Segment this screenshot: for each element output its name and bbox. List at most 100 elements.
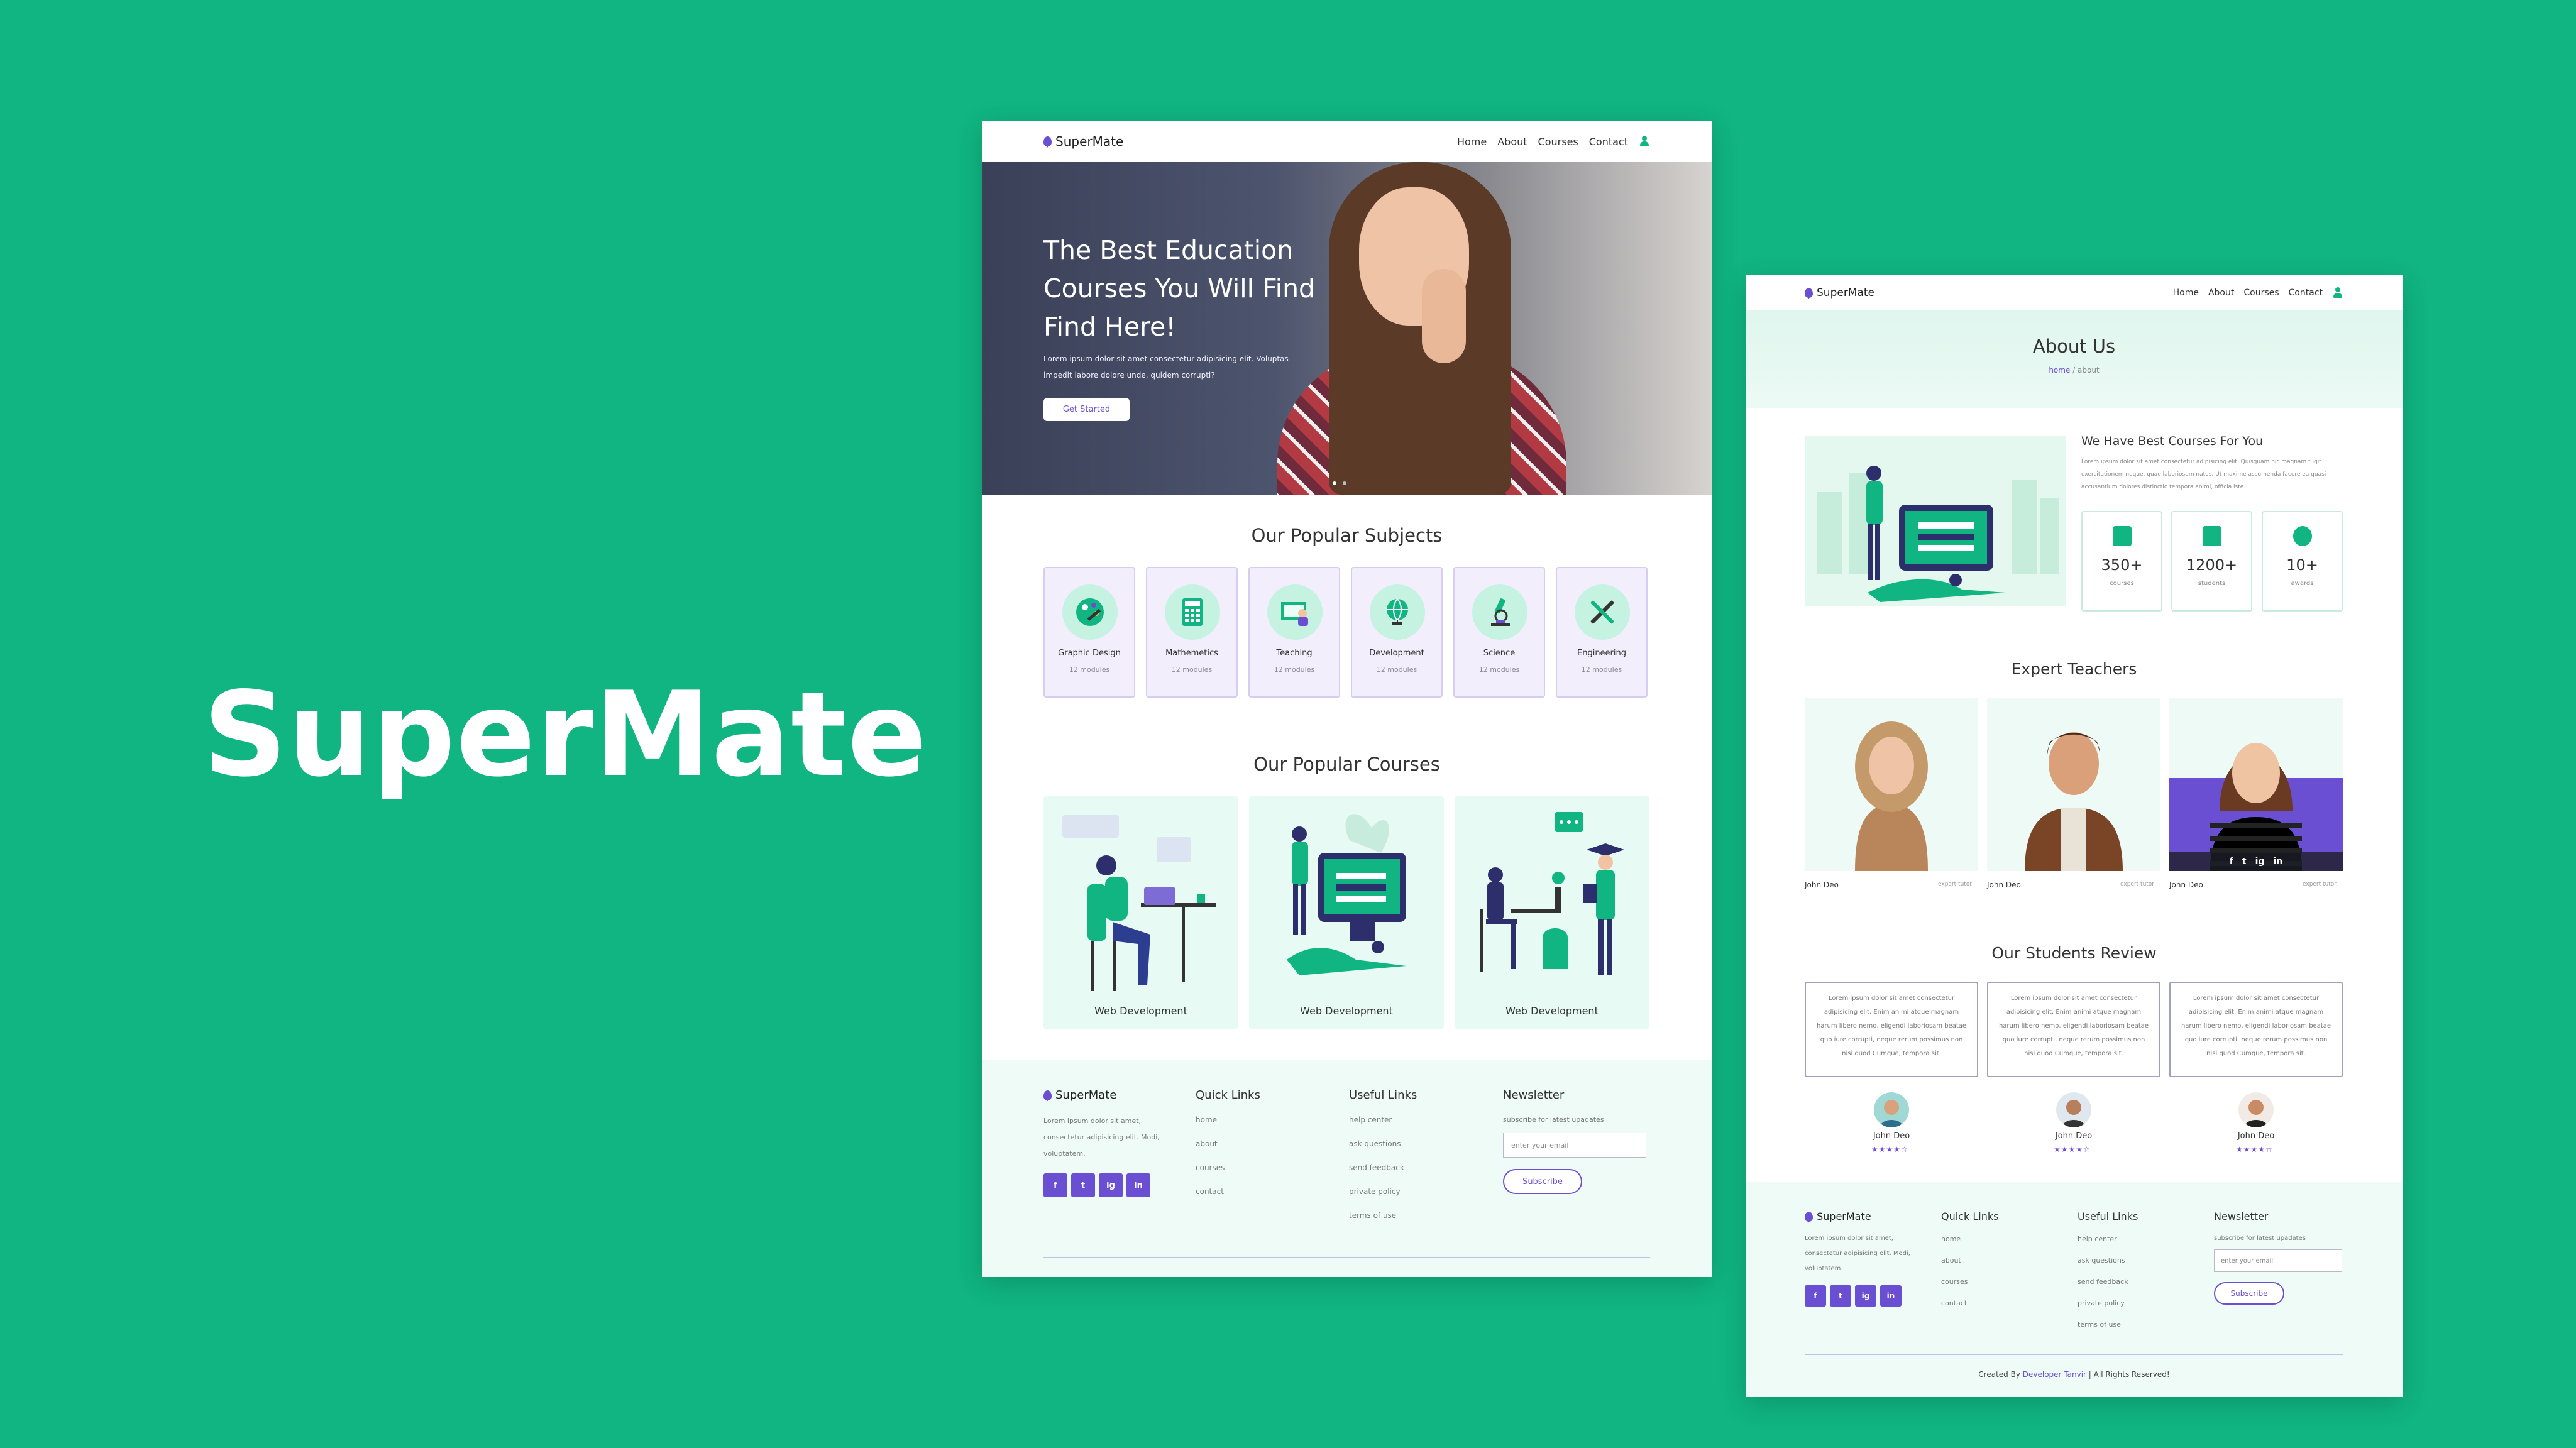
course-card[interactable]: Web Development <box>1249 796 1444 1029</box>
credit-suffix: | All Rights Reserved! <box>2088 1370 2170 1379</box>
about-heading: We Have Best Courses For You <box>2081 434 2264 448</box>
footer: SuperMate Lorem ipsum dolor sit amet, co… <box>982 1060 1712 1277</box>
nav-contact[interactable]: Contact <box>2289 288 2323 298</box>
footer-divider <box>1043 1257 1650 1258</box>
footer-link-contact[interactable]: contact <box>1196 1187 1260 1196</box>
nav-about[interactable]: About <box>2208 288 2234 298</box>
instagram-icon[interactable]: ig <box>1855 1285 1876 1307</box>
review-rating: ★★★★☆ <box>2054 1145 2091 1154</box>
subject-card[interactable]: Teaching 12 modules <box>1248 567 1340 698</box>
nav-logo[interactable]: SuperMate <box>1805 287 1874 299</box>
footer-link-ask[interactable]: ask questions <box>1349 1139 1417 1148</box>
review-rating: ★★★★☆ <box>2236 1145 2273 1154</box>
slider-dot[interactable] <box>1343 481 1346 485</box>
teacher-card[interactable]: f t ig in <box>2169 698 2343 871</box>
instagram-icon[interactable]: ig <box>2255 857 2265 867</box>
footer-logo[interactable]: SuperMate <box>1805 1210 1918 1222</box>
quick-links-title: Quick Links <box>1941 1210 1999 1222</box>
facebook-icon[interactable]: f <box>1043 1173 1067 1197</box>
nav-logo[interactable]: SuperMate <box>1043 134 1123 149</box>
subject-name: Teaching <box>1276 649 1313 658</box>
footer-link-help[interactable]: help center <box>2078 1235 2138 1243</box>
course-card[interactable]: Web Development <box>1043 796 1238 1029</box>
footer-logo[interactable]: SuperMate <box>1043 1089 1163 1102</box>
footer-link-privacy[interactable]: private policy <box>2078 1299 2138 1307</box>
slider-dot[interactable] <box>1333 481 1336 485</box>
twitter-icon[interactable]: t <box>1071 1173 1095 1197</box>
subject-card[interactable]: Engineering 12 modules <box>1556 567 1648 698</box>
subject-card[interactable]: Graphic Design 12 modules <box>1043 567 1135 698</box>
subject-card[interactable]: Development 12 modules <box>1351 567 1443 698</box>
linkedin-icon[interactable]: in <box>1880 1285 1902 1307</box>
user-icon[interactable] <box>1639 136 1650 147</box>
user-icon[interactable] <box>2332 287 2343 299</box>
facebook-icon[interactable]: f <box>2230 857 2233 867</box>
footer-link-courses[interactable]: courses <box>1196 1163 1260 1172</box>
subscribe-button[interactable]: Subscribe <box>1503 1169 1582 1194</box>
footer-link-ask[interactable]: ask questions <box>2078 1256 2138 1264</box>
nav-home[interactable]: Home <box>2173 288 2199 298</box>
course-name: Web Development <box>1505 1005 1599 1017</box>
home-page-screenshot: SuperMate Home About Courses Contact The… <box>982 121 1712 1277</box>
teacher-social-bar: f t ig in <box>2169 852 2343 871</box>
footer-link-about[interactable]: about <box>1941 1256 1998 1264</box>
subscribe-button[interactable]: Subscribe <box>2214 1282 2284 1305</box>
email-input[interactable]: enter your email <box>2214 1249 2342 1272</box>
logo-pin-icon <box>1043 136 1052 146</box>
medal-icon <box>2293 526 2312 546</box>
facebook-icon[interactable]: f <box>1805 1285 1826 1307</box>
slider-dots <box>1333 481 1346 485</box>
calculator-icon <box>1165 584 1220 640</box>
nav-courses[interactable]: Courses <box>2243 288 2279 298</box>
teacher-name: John Deo <box>1805 880 1839 889</box>
linkedin-icon[interactable]: in <box>2273 857 2282 867</box>
hero-text: Lorem ipsum dolor sit amet consectetur a… <box>1043 354 1289 380</box>
credit-author-link[interactable]: Developer Tanvir <box>2023 1370 2086 1379</box>
footer-logo-text: SuperMate <box>1055 1089 1117 1102</box>
subject-card[interactable]: Science 12 modules <box>1453 567 1545 698</box>
subject-card[interactable]: Mathemetics 12 modules <box>1146 567 1238 698</box>
instagram-icon[interactable]: ig <box>1099 1173 1123 1197</box>
footer-link-privacy[interactable]: private policy <box>1349 1187 1417 1196</box>
footer-link-feedback[interactable]: send feedback <box>2078 1278 2138 1286</box>
footer-about: SuperMate Lorem ipsum dolor sit amet, co… <box>1043 1089 1163 1197</box>
footer-link-home[interactable]: home <box>1941 1235 1998 1243</box>
footer-link-home[interactable]: home <box>1196 1116 1260 1124</box>
stat-value: 350+ <box>2101 556 2143 574</box>
footer-about-text: Lorem ipsum dolor sit amet, consectetur … <box>1805 1235 1910 1272</box>
quick-links: Quick Links home about courses contact <box>1196 1089 1260 1196</box>
footer-link-about[interactable]: about <box>1196 1139 1260 1148</box>
footer-link-help[interactable]: help center <box>1349 1116 1417 1124</box>
subject-modules: 12 modules <box>1274 666 1315 674</box>
nav-contact[interactable]: Contact <box>1589 136 1628 148</box>
course-card[interactable]: Web Development <box>1455 796 1649 1029</box>
teacher-role: expert tutor <box>2120 881 2155 887</box>
stat-label: courses <box>2110 580 2134 587</box>
footer-link-terms[interactable]: terms of use <box>2078 1320 2138 1329</box>
subject-modules: 12 modules <box>1581 666 1622 674</box>
useful-links: Useful Links help center ask questions s… <box>1349 1089 1417 1220</box>
get-started-button[interactable]: Get Started <box>1043 398 1130 421</box>
navbar: SuperMate Home About Courses Contact <box>982 121 1712 162</box>
breadcrumb: home / about <box>1746 366 2403 375</box>
footer-link-contact[interactable]: contact <box>1941 1299 1998 1307</box>
subjects-list: Graphic Design 12 modules Mathemetics 12… <box>1043 567 1648 698</box>
course-illustration <box>1287 814 1406 975</box>
footer-link-terms[interactable]: terms of use <box>1349 1211 1417 1220</box>
twitter-icon[interactable]: t <box>2242 857 2247 867</box>
review-card: Lorem ipsum dolor sit amet consectetur a… <box>1987 982 2160 1077</box>
email-input[interactable]: enter your email <box>1503 1133 1646 1158</box>
breadcrumb-home[interactable]: home <box>2049 366 2070 375</box>
nav-home[interactable]: Home <box>1457 136 1487 148</box>
teacher-card[interactable] <box>1987 698 2160 871</box>
reviewer-avatar <box>2238 1092 2274 1127</box>
footer-link-courses[interactable]: courses <box>1941 1278 1998 1286</box>
subject-modules: 12 modules <box>1376 666 1417 674</box>
about-banner: About Us home / about <box>1746 310 2403 408</box>
linkedin-icon[interactable]: in <box>1126 1173 1150 1197</box>
footer-link-feedback[interactable]: send feedback <box>1349 1163 1417 1172</box>
nav-about[interactable]: About <box>1497 136 1527 148</box>
twitter-icon[interactable]: t <box>1830 1285 1851 1307</box>
nav-courses[interactable]: Courses <box>1538 136 1578 148</box>
teacher-card[interactable] <box>1805 698 1978 871</box>
